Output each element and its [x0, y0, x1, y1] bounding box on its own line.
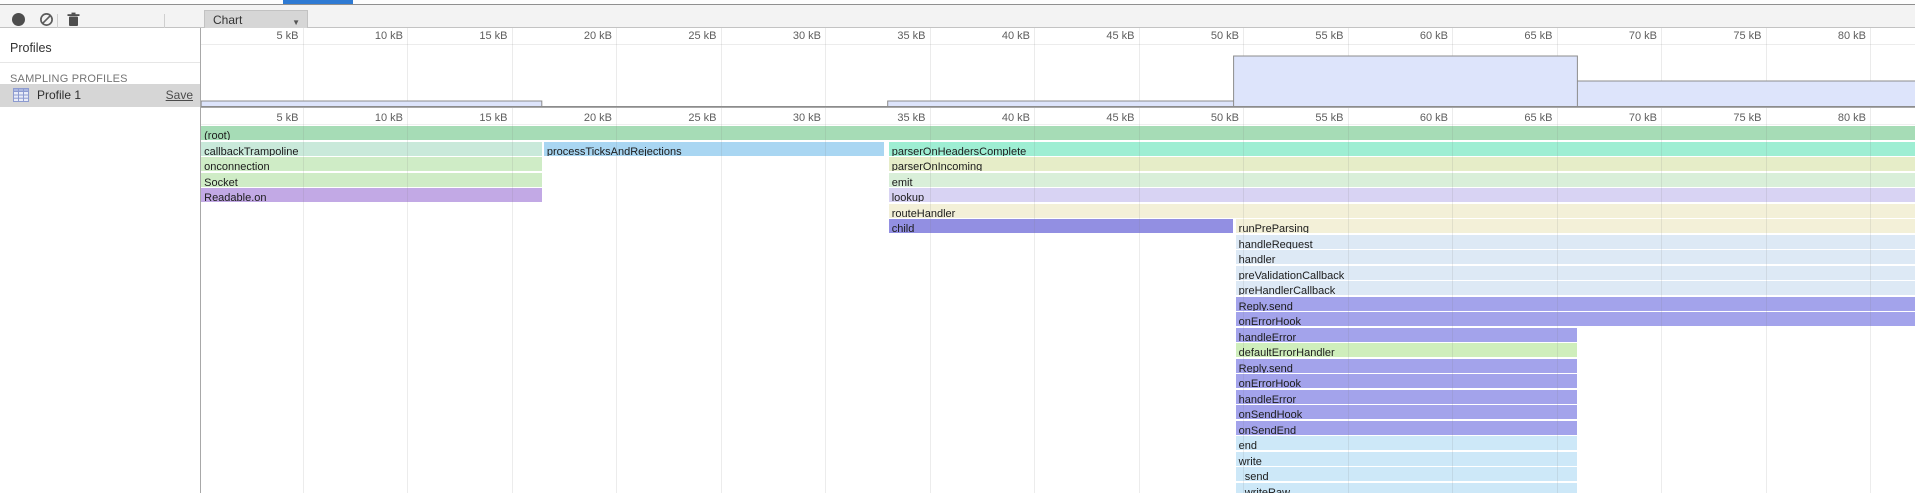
flame-frame-label: child	[889, 222, 915, 233]
flame-frame-routehandler[interactable]: routeHandler	[889, 204, 1915, 218]
flame-frame-write[interactable]: write_	[1236, 452, 1578, 466]
flame-gridline	[1661, 108, 1662, 493]
flame-frame-label: _send	[1236, 470, 1269, 481]
profiles-sidebar: Profiles SAMPLING PROFILES Profile 1 Sav…	[0, 28, 200, 493]
flame-frame-handlerequest[interactable]: handleRequest	[1236, 235, 1915, 249]
flame-gridline	[1034, 108, 1035, 493]
flame-frame-emit[interactable]: emit	[889, 173, 1915, 187]
profile-table-icon	[13, 88, 29, 107]
flame-frame-onsendhook[interactable]: onSendHook	[1236, 405, 1578, 419]
flame-frame-label: processTicksAndRejections	[544, 145, 682, 156]
flame-frame-label: Reply.send	[1236, 300, 1293, 311]
sidebar-title: Profiles	[10, 41, 52, 55]
flame-frame-onerrorhook[interactable]: onErrorHook	[1236, 374, 1578, 388]
profile-name: Profile 1	[37, 88, 81, 102]
flame-frame-label: (root)	[201, 129, 230, 140]
flame-gridline	[1452, 108, 1453, 493]
flame-frame-end[interactable]: end	[1236, 436, 1578, 450]
flame-frame-label: handleRequest	[1236, 238, 1313, 249]
flame-frame-readable-on[interactable]: Readable.on	[201, 188, 542, 202]
toolbar-separator	[164, 14, 165, 29]
flame-frame-label: routeHandler	[889, 207, 956, 218]
flame-gridline	[1243, 108, 1244, 493]
flame-frame-label: write_	[1236, 455, 1268, 466]
flame-frame-child[interactable]: child	[889, 219, 1233, 233]
memory-overview-silhouette[interactable]	[201, 28, 1915, 108]
flame-frame-callbacktrampoline[interactable]: callbackTrampoline	[201, 142, 542, 156]
clear-profiles-icon[interactable]	[40, 13, 53, 26]
flame-frame-prehandlercallback[interactable]: preHandlerCallback	[1236, 281, 1915, 295]
flame-frame-handleerror[interactable]: handleError	[1236, 328, 1578, 342]
flame-frame-writeraw[interactable]: _writeRaw	[1236, 483, 1578, 493]
flame-frame-lookup[interactable]: lookup	[889, 188, 1915, 202]
flame-chart-pane: 5 kB10 kB15 kB20 kB25 kB30 kB35 kB40 kB4…	[200, 28, 1915, 493]
flame-frame-socket[interactable]: Socket	[201, 173, 542, 187]
flame-frame-handler[interactable]: handler	[1236, 250, 1915, 264]
flame-frame-label: preValidationCallback	[1236, 269, 1345, 280]
save-profile-link[interactable]: Save	[166, 88, 193, 102]
flame-frame-processticksandrejections[interactable]: processTicksAndRejections	[544, 142, 884, 156]
flame-frame-handleerror[interactable]: handleError	[1236, 390, 1578, 404]
flame-frame-label: defaultErrorHandler	[1236, 346, 1335, 357]
flame-frame-label: handleError	[1236, 393, 1296, 404]
flame-frame-label: end	[1236, 439, 1257, 450]
flame-frame-onerrorhook[interactable]: onErrorHook	[1236, 312, 1915, 326]
flame-gridline	[1348, 108, 1349, 493]
flame-frame-send[interactable]: _send	[1236, 467, 1578, 481]
flame-frame-label: onSendEnd	[1236, 424, 1297, 435]
flame-frame-label: onErrorHook	[1236, 315, 1301, 326]
flame-frame-onsendend[interactable]: onSendEnd	[1236, 421, 1578, 435]
flame-frame-label: parserOnIncoming	[889, 160, 983, 171]
flame-frame-label: onconnection	[201, 160, 269, 171]
flame-gridline	[1139, 108, 1140, 493]
delete-profile-icon[interactable]	[66, 12, 81, 27]
flame-gridline	[1557, 108, 1558, 493]
flame-gridline	[407, 108, 408, 493]
flame-frame-label: handleError	[1236, 331, 1296, 342]
flame-gridline	[825, 108, 826, 493]
flame-frame-label: lookup	[889, 191, 924, 202]
flame-frame-label: parserOnHeadersComplete	[889, 145, 1027, 156]
flame-frame-label: runPreParsing	[1236, 222, 1309, 233]
flame-gridline	[930, 108, 931, 493]
flame-frame-label: Reply.send	[1236, 362, 1293, 373]
view-mode-select[interactable]: Chart ▼	[204, 10, 308, 30]
flame-gridline	[303, 108, 304, 493]
flame-frame-runpreparsing[interactable]: runPreParsing	[1236, 219, 1915, 233]
flame-gridline	[512, 108, 513, 493]
flame-frame-label: onErrorHook	[1236, 377, 1301, 388]
flame-frame-parseronheaderscomplete[interactable]: parserOnHeadersComplete	[889, 142, 1915, 156]
record-icon[interactable]	[12, 13, 25, 26]
flame-frame-label: handler	[1236, 253, 1276, 264]
flame-frame-onconnection[interactable]: onconnection	[201, 157, 542, 171]
flame-frame-reply-send[interactable]: Reply.send	[1236, 359, 1578, 373]
horizontal-scroll-indicator[interactable]	[283, 0, 353, 4]
view-mode-value: Chart	[213, 13, 242, 27]
flame-frame-label: onSendHook	[1236, 408, 1303, 419]
flame-frame-label: Socket	[201, 176, 238, 187]
flame-gridline	[616, 108, 617, 493]
toolbar-separator	[57, 14, 58, 29]
flame-frame-prevalidationcallback[interactable]: preValidationCallback	[1236, 266, 1915, 280]
flame-frame-parseronincoming[interactable]: parserOnIncoming	[889, 157, 1915, 171]
sidebar-item-profile-1[interactable]: Profile 1 Save	[0, 84, 200, 107]
flame-gridline	[1870, 108, 1871, 493]
profiler-toolbar: Chart ▼	[0, 5, 1915, 28]
flame-frame-root[interactable]: (root)	[201, 126, 1915, 140]
flame-frame-label: callbackTrampoline	[201, 145, 298, 156]
flame-frame-reply-send[interactable]: Reply.send	[1236, 297, 1915, 311]
flame-frame-label: preHandlerCallback	[1236, 284, 1336, 295]
sidebar-divider	[0, 62, 200, 63]
flame-gridline	[721, 108, 722, 493]
flame-frame-label: emit	[889, 176, 913, 187]
flame-gridline	[1766, 108, 1767, 493]
flame-frame-label: Readable.on	[201, 191, 266, 202]
flame-frame-defaulterrorhandler[interactable]: defaultErrorHandler	[1236, 343, 1578, 357]
